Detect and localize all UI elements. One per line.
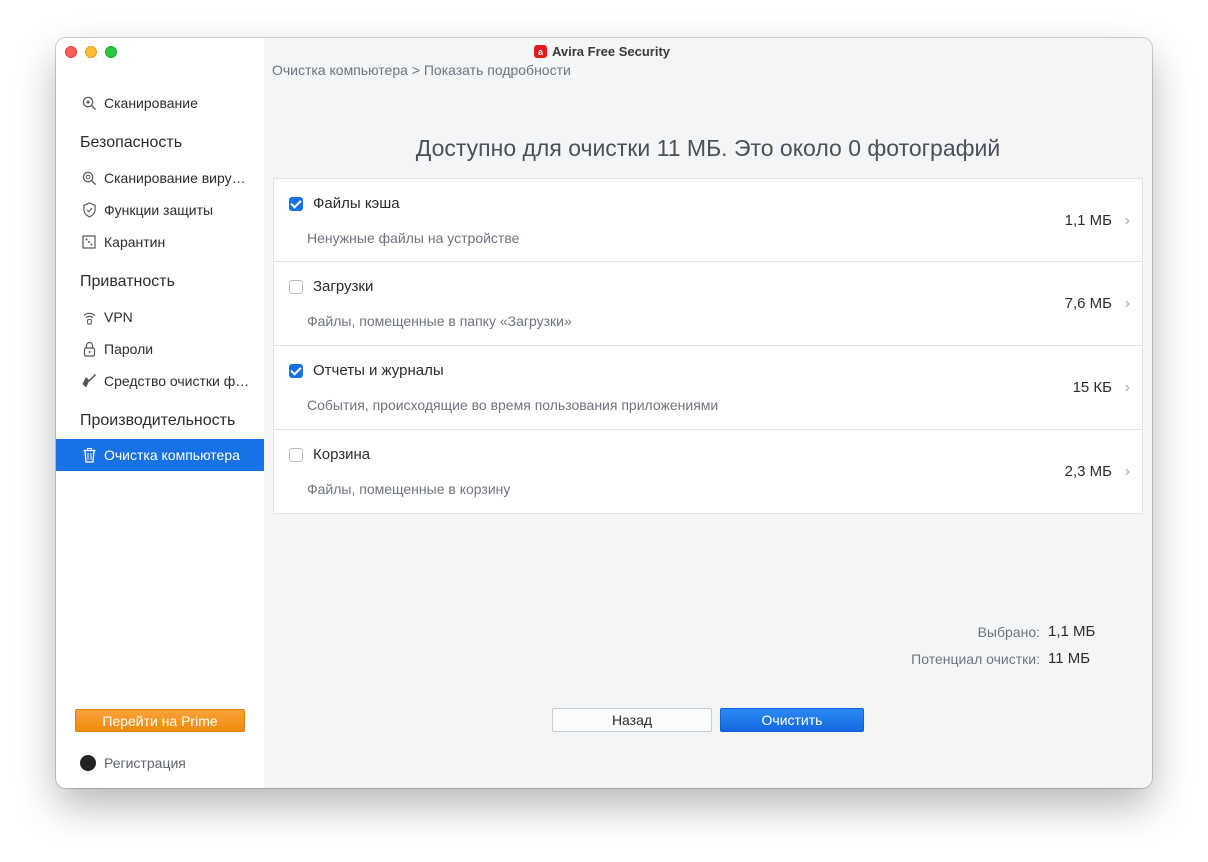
zoom-window-button[interactable] [105,46,117,58]
go-prime-button[interactable]: Перейти на Prime [75,709,245,732]
section-heading-security: Безопасность [80,134,183,151]
sidebar-item-label: Пароли [104,341,154,357]
sidebar-item-quarantine[interactable]: Карантин [56,226,264,258]
item-subtitle: Файлы, помещенные в корзину [307,481,511,497]
avira-logo-icon: a [534,45,547,58]
item-size: 1,1 МБ [1064,212,1112,229]
list-item[interactable]: Корзина Файлы, помещенные в корзину 2,3 … [273,430,1143,514]
section-heading-privacy: Приватность [80,273,175,290]
item-checkbox[interactable] [289,280,303,294]
shield-icon [80,201,98,219]
item-checkbox[interactable] [289,197,303,211]
close-window-button[interactable] [65,46,77,58]
list-item[interactable]: Отчеты и журналы События, происходящие в… [273,346,1143,430]
breadcrumb: Очистка компьютера > Показать подробност… [272,62,571,78]
trash-icon [80,446,98,464]
item-subtitle: Файлы, помещенные в папку «Загрузки» [307,313,572,329]
window-controls [65,46,117,58]
sidebar-item-virus-scan[interactable]: Сканирование виру… [56,162,264,194]
item-title: Отчеты и журналы [313,362,444,379]
clean-button[interactable]: Очистить [720,708,864,732]
chevron-right-icon[interactable]: › [1125,463,1130,481]
sidebar-item-label: Сканирование [104,95,198,111]
item-title: Файлы кэша [313,195,400,212]
minimize-window-button[interactable] [85,46,97,58]
sidebar-item-label: Средство очистки ф… [104,373,250,389]
sidebar-item-vpn[interactable]: VPN [56,301,264,333]
vpn-icon [80,308,98,326]
sidebar-item-passwords[interactable]: Пароли [56,333,264,365]
broom-icon [80,372,98,390]
potential-value: 11 МБ [1048,650,1091,667]
list-item[interactable]: Загрузки Файлы, помещенные в папку «Загр… [273,262,1143,346]
back-button[interactable]: Назад [552,708,712,732]
item-size: 7,6 МБ [1064,295,1112,312]
registration-label: Регистрация [104,755,186,771]
item-checkbox[interactable] [289,364,303,378]
sidebar: Сканирование Безопасность Сканирование в… [56,38,264,788]
quarantine-icon [80,233,98,251]
item-subtitle: События, происходящие во время пользован… [307,397,719,413]
chevron-right-icon[interactable]: › [1125,295,1130,313]
window-title-text: Avira Free Security [552,44,671,59]
sidebar-item-label: Очистка компьютера [104,447,240,463]
list-item[interactable]: Файлы кэша Ненужные файлы на устройстве … [273,178,1143,262]
sidebar-item-pc-cleaner[interactable]: Очистка компьютера [56,439,264,471]
potential-summary: Потенциал очистки: 11 МБ [911,650,1096,667]
item-title: Корзина [313,446,371,463]
item-checkbox[interactable] [289,448,303,462]
sidebar-item-label: Функции защиты [104,202,214,218]
sidebar-item-protection[interactable]: Функции защиты [56,194,264,226]
potential-label: Потенциал очистки: [911,650,1040,667]
app-window: Сканирование Безопасность Сканирование в… [56,38,1152,788]
window-title: a Avira Free Security [534,44,670,59]
selected-value: 1,1 МБ [1048,623,1096,640]
selected-summary: Выбрано: 1,1 МБ [978,623,1096,640]
registration-link[interactable]: Регистрация [80,755,186,771]
sidebar-item-label: VPN [104,309,133,325]
chevron-right-icon[interactable]: › [1125,212,1130,230]
item-size: 2,3 МБ [1064,463,1112,480]
sidebar-item-label: Сканирование виру… [104,170,246,186]
sidebar-item-scan[interactable]: Сканирование [56,87,264,119]
item-subtitle: Ненужные файлы на устройстве [307,230,520,246]
section-heading-performance: Производительность [80,412,236,429]
item-title: Загрузки [313,278,374,295]
sidebar-item-label: Карантин [104,234,166,250]
item-size: 15 КБ [1072,379,1112,396]
lock-icon [80,340,98,358]
scan-icon [80,94,98,112]
cleanup-list: Файлы кэша Ненужные файлы на устройстве … [273,178,1143,514]
avatar [80,755,96,771]
sidebar-item-tracker-cleaner[interactable]: Средство очистки ф… [56,365,264,397]
page-title: Доступно для очистки 11 МБ. Это около 0 … [415,135,1001,161]
chevron-right-icon[interactable]: › [1125,379,1130,397]
virus-scan-icon [80,169,98,187]
selected-label: Выбрано: [977,623,1040,640]
